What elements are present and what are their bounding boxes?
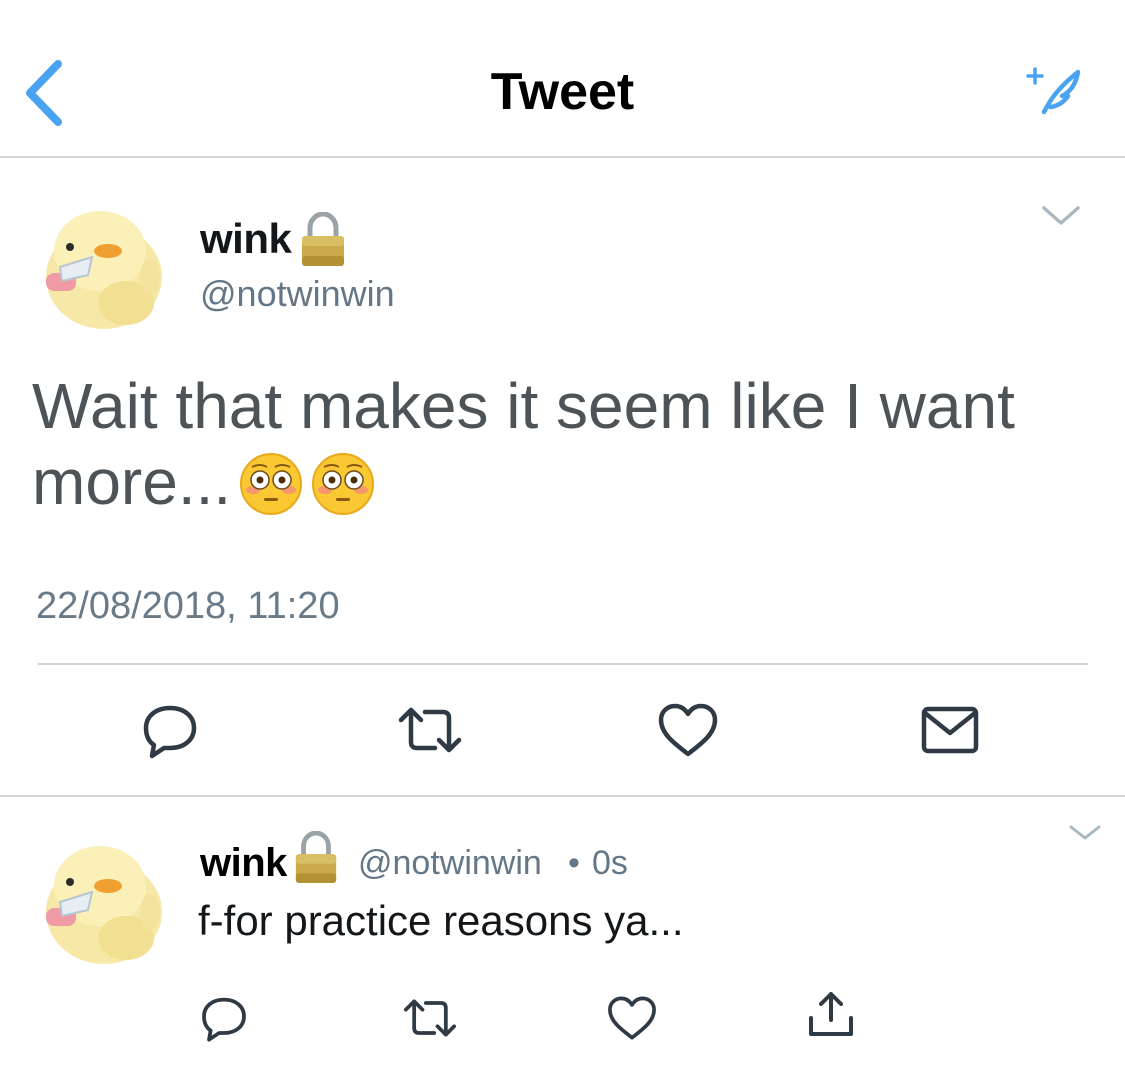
chevron-down-icon xyxy=(1042,206,1080,225)
separator-dot: • xyxy=(568,844,580,882)
retweet-icon xyxy=(398,707,462,753)
nav-header: Tweet xyxy=(0,0,1125,158)
like-button[interactable] xyxy=(655,700,721,760)
lock-icon xyxy=(298,212,348,268)
heart-icon xyxy=(658,703,718,757)
display-name[interactable]: wink xyxy=(200,215,292,263)
lock-icon xyxy=(292,831,340,885)
retweet-button[interactable] xyxy=(400,993,460,1043)
duck-avatar-image xyxy=(46,211,162,329)
tweet-text: f-for practice reasons ya... xyxy=(198,897,684,944)
tweet-timestamp: 22/08/2018, 11:20 xyxy=(36,585,340,627)
share-icon xyxy=(809,992,853,1036)
envelope-icon xyxy=(921,706,979,754)
flushed-face-emoji xyxy=(312,453,375,515)
reply-button[interactable] xyxy=(198,993,250,1043)
display-name[interactable]: wink xyxy=(200,841,287,886)
compose-feather-icon xyxy=(1026,67,1081,115)
tweet-options-button[interactable] xyxy=(1068,823,1102,843)
tweet-text: Wait that makes it seem like I want more… xyxy=(32,368,1092,520)
user-handle[interactable]: @notwinwin xyxy=(200,273,395,315)
divider xyxy=(0,795,1125,797)
like-button[interactable] xyxy=(605,993,659,1043)
share-button[interactable] xyxy=(805,988,857,1040)
avatar[interactable] xyxy=(30,830,170,970)
retweet-button[interactable] xyxy=(395,700,465,760)
chevron-down-icon xyxy=(1069,825,1101,840)
tweet-body: Wait that makes it seem like I want more… xyxy=(32,370,1015,518)
duck-avatar-image xyxy=(46,846,162,964)
heart-icon xyxy=(608,996,656,1040)
divider xyxy=(38,663,1088,665)
page-title: Tweet xyxy=(490,63,635,121)
tweet-options-button[interactable] xyxy=(1040,203,1082,229)
tweet-detail-screen: Tweet wink @notwinwin Wait that makes it… xyxy=(0,0,1125,1075)
retweet-icon xyxy=(403,999,457,1037)
reply-icon xyxy=(202,997,246,1042)
flushed-face-emoji xyxy=(240,453,303,515)
avatar[interactable] xyxy=(30,195,170,335)
direct-message-button[interactable] xyxy=(920,703,980,757)
tweet-age: 0s xyxy=(592,844,628,882)
user-handle[interactable]: @notwinwin xyxy=(358,844,542,883)
compose-tweet-button[interactable] xyxy=(1024,62,1086,118)
reply-icon xyxy=(143,705,197,759)
reply-button[interactable] xyxy=(140,700,200,760)
